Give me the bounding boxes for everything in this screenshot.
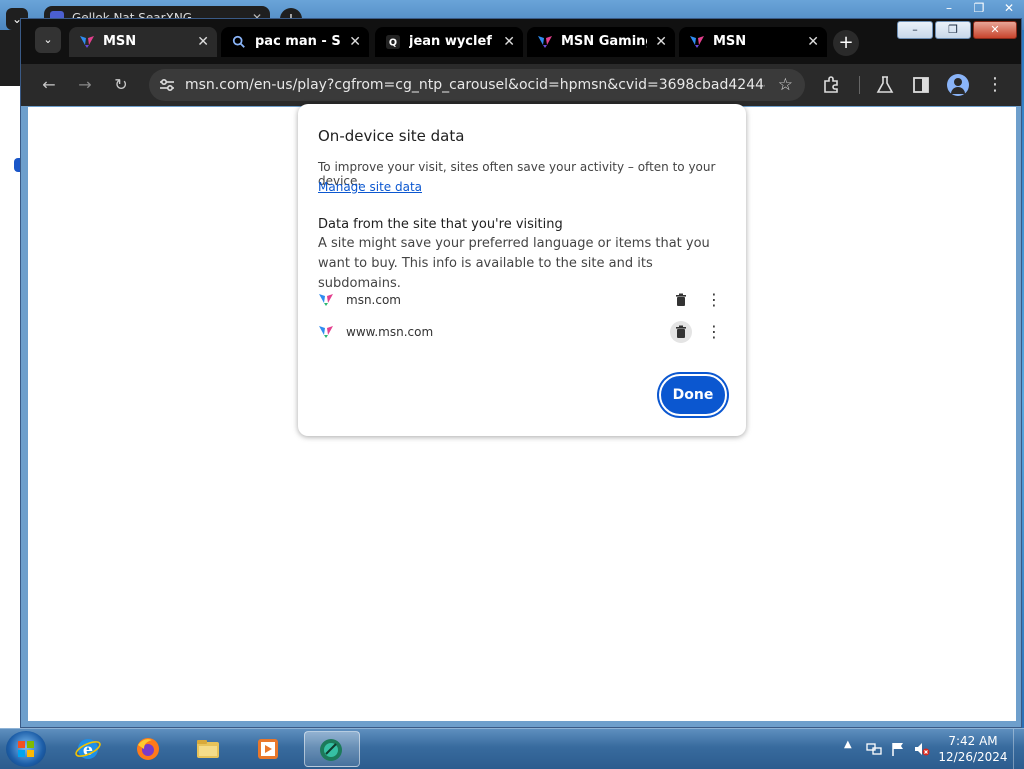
back-button[interactable]: ← (37, 73, 61, 97)
toolbar-separator (859, 76, 860, 94)
restore-button[interactable]: ❐ (935, 21, 971, 39)
delete-trash-icon[interactable] (670, 289, 692, 311)
profile-avatar[interactable] (947, 74, 969, 96)
tab-close-icon[interactable]: ✕ (349, 27, 361, 57)
background-window-toolbar (0, 30, 22, 86)
section-heading: Data from the site that you're visiting (318, 217, 563, 232)
background-window-controls: – ❐ ✕ (934, 0, 1024, 18)
active-app-icon (320, 739, 342, 761)
show-desktop-button[interactable] (1013, 729, 1024, 769)
forward-button[interactable]: → (73, 73, 97, 97)
site-name: www.msn.com (346, 325, 434, 339)
file-explorer-icon (197, 740, 219, 758)
tab-close-icon[interactable]: ✕ (503, 27, 515, 57)
window-controls: – ❐ ✕ (897, 21, 1017, 39)
volume-muted-icon[interactable] (914, 741, 930, 757)
tab-quora[interactable]: Q jean wyclef – Q ✕ (375, 27, 523, 57)
bookmark-star-icon[interactable]: ☆ (778, 69, 793, 101)
show-hidden-icons-arrow-icon[interactable]: ▲ (844, 739, 852, 750)
tab-title: pac man - Sear (255, 34, 341, 49)
address-bar[interactable]: msn.com/en-us/play?cgfrom=cg_ntp_carouse… (149, 69, 805, 101)
done-button[interactable]: Done (659, 374, 727, 416)
tab-strip: ⌄ MSN ✕ pac man - Sear ✕ Q jean wyclef –… (21, 19, 1021, 64)
manage-site-data-link[interactable]: Manage site data (318, 180, 422, 194)
extensions-puzzle-icon[interactable] (821, 75, 841, 95)
tab-search-button[interactable]: ⌄ (35, 27, 61, 53)
media-player-icon (258, 739, 278, 759)
site-info-tune-icon[interactable] (159, 77, 175, 93)
tab-title: MSN Gaming (561, 34, 647, 49)
taskbar-media-player[interactable] (242, 731, 294, 767)
close-button[interactable]: ✕ (973, 21, 1017, 39)
svg-text:Q: Q (389, 38, 397, 49)
internet-explorer-icon: e (75, 739, 101, 759)
more-options-icon[interactable]: ⋮ (706, 289, 722, 311)
tab-close-icon[interactable]: ✕ (807, 27, 819, 57)
reload-button[interactable]: ↻ (109, 73, 133, 97)
msn-butterfly-icon (319, 294, 333, 306)
tab-msn[interactable]: MSN ✕ (679, 27, 827, 57)
tab-msn-gaming[interactable]: MSN Gaming ✕ (527, 27, 675, 57)
tab-title: MSN (103, 34, 137, 49)
clock-date: 12/26/2024 (938, 750, 1008, 764)
minimize-button[interactable]: – (897, 21, 933, 39)
site-row-www-msn: www.msn.com ⋮ (318, 321, 728, 343)
background-minimize-button[interactable]: – (934, 0, 964, 18)
background-restore-button[interactable]: ❐ (964, 0, 994, 18)
msn-butterfly-icon (690, 36, 704, 48)
site-row-msn: msn.com ⋮ (318, 289, 728, 311)
msn-butterfly-icon (319, 326, 333, 338)
delete-trash-icon[interactable] (670, 321, 692, 343)
taskbar-firefox[interactable] (122, 731, 174, 767)
taskbar-active-app[interactable] (304, 731, 360, 767)
start-button[interactable] (6, 731, 46, 767)
browser-toolbar: ← → ↻ msn.com/en-us/play?cgfrom=cg_ntp_c… (21, 64, 1021, 106)
dialog-title: On-device site data (318, 127, 465, 145)
action-center-flag-icon[interactable] (890, 741, 906, 757)
section-description: A site might save your preferred languag… (318, 236, 710, 291)
more-options-icon[interactable]: ⋮ (706, 321, 722, 343)
windows-logo-icon (18, 741, 34, 757)
chrome-menu-icon[interactable]: ⋮ (985, 73, 1005, 97)
tab-pacman-search[interactable]: pac man - Sear ✕ (221, 27, 369, 57)
site-data-dialog: On-device site data To improve your visi… (298, 104, 746, 436)
clock-time: 7:42 AM (948, 734, 998, 748)
side-panel-icon[interactable] (911, 75, 931, 95)
network-icon[interactable] (866, 741, 882, 757)
msn-butterfly-icon (80, 36, 94, 48)
labs-flask-icon[interactable] (875, 75, 895, 95)
taskbar: e ▲ 7:42 AM 12/26/2024 (0, 728, 1024, 769)
background-close-button[interactable]: ✕ (994, 0, 1024, 18)
taskbar-internet-explorer[interactable]: e (62, 731, 114, 767)
new-tab-button[interactable]: + (833, 30, 859, 56)
taskbar-file-explorer[interactable] (182, 731, 234, 767)
system-clock[interactable]: 7:42 AM 12/26/2024 (938, 733, 1008, 765)
background-window-body (0, 30, 22, 730)
firefox-icon (137, 738, 159, 760)
tab-title: MSN (713, 34, 747, 49)
system-tray: ▲ 7:42 AM 12/26/2024 (834, 729, 1024, 769)
tab-close-icon[interactable]: ✕ (655, 27, 667, 57)
site-name: msn.com (346, 293, 401, 307)
msn-butterfly-icon (538, 36, 552, 48)
url-text[interactable]: msn.com/en-us/play?cgfrom=cg_ntp_carouse… (185, 69, 765, 101)
search-icon (232, 35, 245, 48)
quora-icon: Q (386, 35, 400, 49)
tab-title: jean wyclef – Q (409, 34, 495, 49)
tab-msn-active[interactable]: MSN ✕ (69, 27, 217, 57)
tab-close-icon[interactable]: ✕ (197, 27, 209, 57)
